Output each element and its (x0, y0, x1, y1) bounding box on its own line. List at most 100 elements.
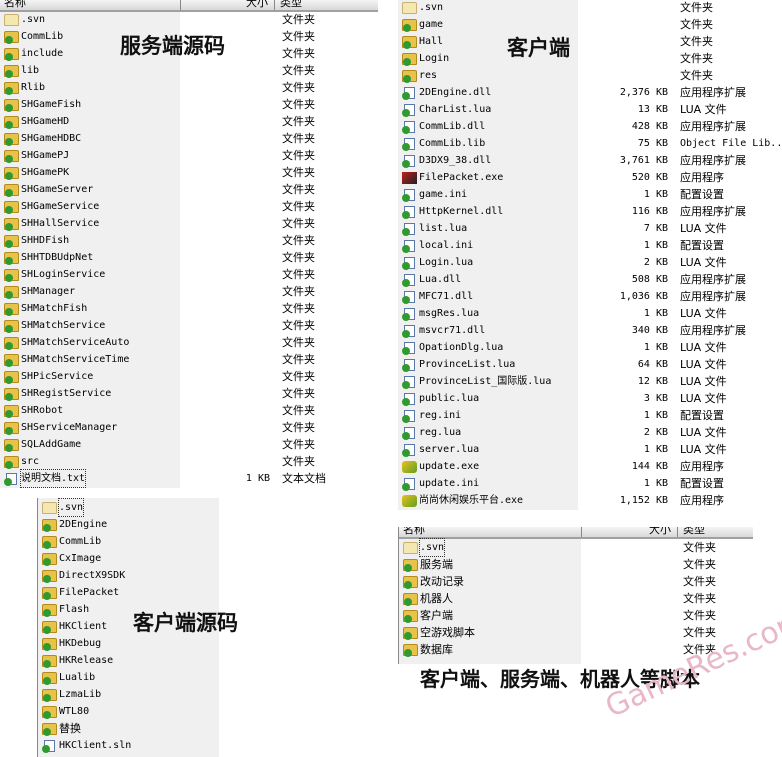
file-row[interactable]: WTL80 (38, 703, 219, 720)
file-row[interactable]: SHManager 文件夹 (0, 283, 378, 300)
file-row[interactable]: D3DX9_38.dll 3,761 KB 应用程序扩展 (398, 152, 782, 169)
file-row[interactable]: SHRobot 文件夹 (0, 402, 378, 419)
file-name: update.ini (419, 478, 480, 489)
file-row[interactable]: reg.lua 2 KB LUA 文件 (398, 424, 782, 441)
file-row[interactable]: res 文件夹 (398, 67, 782, 84)
file-row[interactable]: CxImage (38, 550, 219, 567)
column-name-header[interactable]: 名称 (403, 527, 425, 535)
file-row[interactable]: SHGamePK 文件夹 (0, 164, 378, 181)
column-type-header[interactable]: 类型 (280, 0, 302, 8)
file-row[interactable]: .svn (38, 498, 219, 517)
file-row[interactable]: SHHTDBUdpNet 文件夹 (0, 249, 378, 266)
column-size-header[interactable]: 大小 (246, 0, 268, 8)
file-type: 文件夹 (680, 18, 713, 31)
file-row[interactable]: SHMatchService 文件夹 (0, 317, 378, 334)
file-row[interactable]: CommLib.lib 75 KB Object File Lib... (398, 135, 782, 152)
file-row[interactable]: CharList.lua 13 KB LUA 文件 (398, 101, 782, 118)
file-row[interactable]: SHPicService 文件夹 (0, 368, 378, 385)
file-row[interactable]: local.ini 1 KB 配置设置 (398, 237, 782, 254)
file-type: 文件夹 (282, 438, 315, 451)
file-name: CommLib (59, 536, 102, 547)
svn-check-overlay-icon (5, 36, 13, 44)
file-row[interactable]: HttpKernel.dll 116 KB 应用程序扩展 (398, 203, 782, 220)
file-row[interactable]: SHRegistService 文件夹 (0, 385, 378, 402)
file-name: update.exe (419, 461, 480, 472)
file-row[interactable]: SHGameHD 文件夹 (0, 113, 378, 130)
file-type: 文件夹 (282, 13, 315, 26)
file-row[interactable]: game.ini 1 KB 配置设置 (398, 186, 782, 203)
file-row[interactable]: OpationDlg.lua 1 KB LUA 文件 (398, 339, 782, 356)
file-row[interactable]: SHLoginService 文件夹 (0, 266, 378, 283)
svn-check-overlay-icon (402, 381, 410, 389)
file-row[interactable]: 2DEngine (38, 516, 219, 533)
file-row[interactable]: Login.lua 2 KB LUA 文件 (398, 254, 782, 271)
file-row[interactable]: HKClient.sln (38, 737, 219, 754)
file-type: 配置设置 (680, 188, 724, 201)
file-row[interactable]: CommLib.dll 428 KB 应用程序扩展 (398, 118, 782, 135)
file-row[interactable]: SHGameHDBC 文件夹 (0, 130, 378, 147)
file-row[interactable]: Lua.dll 508 KB 应用程序扩展 (398, 271, 782, 288)
file-row[interactable]: server.lua 1 KB LUA 文件 (398, 441, 782, 458)
file-row[interactable]: CommLib (38, 533, 219, 550)
file-row[interactable]: FilePacket (38, 584, 219, 601)
column-name-header[interactable]: 名称 (4, 0, 26, 8)
file-row[interactable]: Hall 文件夹 (398, 33, 782, 50)
file-row[interactable]: SHMatchFish 文件夹 (0, 300, 378, 317)
file-row[interactable]: 服务端 文件夹 (399, 556, 753, 573)
file-name: MFC71.dll (419, 291, 474, 302)
file-row[interactable]: msgRes.lua 1 KB LUA 文件 (398, 305, 782, 322)
file-row[interactable]: .svn 文件夹 (398, 0, 782, 16)
file-row[interactable]: MFC71.dll 1,036 KB 应用程序扩展 (398, 288, 782, 305)
file-row[interactable]: list.lua 7 KB LUA 文件 (398, 220, 782, 237)
file-row[interactable]: game 文件夹 (398, 16, 782, 33)
file-row[interactable]: SHGameFish 文件夹 (0, 96, 378, 113)
file-row[interactable]: 说明文档.txt 1 KB 文本文档 (0, 469, 378, 488)
column-size-header[interactable]: 大小 (649, 527, 671, 535)
file-row[interactable]: SHGameService 文件夹 (0, 198, 378, 215)
dll-file-icon (402, 274, 415, 287)
file-row[interactable]: HKRelease (38, 652, 219, 669)
file-row[interactable]: 客户端 文件夹 (399, 607, 753, 624)
file-row[interactable]: LzmaLib (38, 686, 219, 703)
file-row[interactable]: public.lua 3 KB LUA 文件 (398, 390, 782, 407)
file-row[interactable]: SHServiceManager 文件夹 (0, 419, 378, 436)
file-row[interactable]: update.exe 144 KB 应用程序 (398, 458, 782, 475)
file-row[interactable]: Login 文件夹 (398, 50, 782, 67)
file-row[interactable]: .svn 文件夹 (399, 538, 753, 557)
file-row[interactable]: FilePacket.exe 520 KB 应用程序 (398, 169, 782, 186)
column-type-header[interactable]: 类型 (683, 527, 705, 535)
svn-check-overlay-icon (5, 53, 13, 61)
file-row[interactable]: ProvinceList.lua 64 KB LUA 文件 (398, 356, 782, 373)
file-row[interactable]: 替换 (38, 720, 219, 737)
sln-file-icon (42, 740, 55, 753)
file-row[interactable]: 尚尚休闲娱乐平台.exe 1,152 KB 应用程序 (398, 492, 782, 509)
file-row[interactable]: msvcr71.dll 340 KB 应用程序扩展 (398, 322, 782, 339)
file-row[interactable]: HKDebug (38, 635, 219, 652)
file-row[interactable]: DirectX9SDK (38, 567, 219, 584)
file-row[interactable]: 机器人 文件夹 (399, 590, 753, 607)
file-type: LUA 文件 (680, 358, 727, 371)
file-name: Lua.dll (419, 274, 462, 285)
file-row[interactable]: SHGameServer 文件夹 (0, 181, 378, 198)
file-row[interactable]: SHMatchServiceTime 文件夹 (0, 351, 378, 368)
file-row[interactable]: update.ini 1 KB 配置设置 (398, 475, 782, 492)
file-row[interactable]: SHMatchServiceAuto 文件夹 (0, 334, 378, 351)
file-row[interactable]: .svn 文件夹 (0, 11, 378, 28)
svn-check-overlay-icon (42, 745, 50, 753)
file-row[interactable]: 空游戏脚本 文件夹 (399, 624, 753, 641)
file-row[interactable]: SHGamePJ 文件夹 (0, 147, 378, 164)
file-row[interactable]: Rlib 文件夹 (0, 79, 378, 96)
file-row[interactable]: 2DEngine.dll 2,376 KB 应用程序扩展 (398, 84, 782, 101)
file-row[interactable]: src 文件夹 (0, 453, 378, 470)
file-row[interactable]: SHHallService 文件夹 (0, 215, 378, 232)
file-row[interactable]: 改动记录 文件夹 (399, 573, 753, 590)
file-row[interactable]: lib 文件夹 (0, 62, 378, 79)
file-row[interactable]: ProvinceList_国际版.lua 12 KB LUA 文件 (398, 373, 782, 390)
file-row[interactable]: reg.ini 1 KB 配置设置 (398, 407, 782, 424)
file-row[interactable]: Lualib (38, 669, 219, 686)
svn-check-overlay-icon (43, 643, 51, 651)
file-row[interactable]: SQLAddGame 文件夹 (0, 436, 378, 453)
file-size: 75 KB (637, 138, 668, 149)
file-row[interactable]: SHHDFish 文件夹 (0, 232, 378, 249)
folder-icon (4, 320, 19, 333)
